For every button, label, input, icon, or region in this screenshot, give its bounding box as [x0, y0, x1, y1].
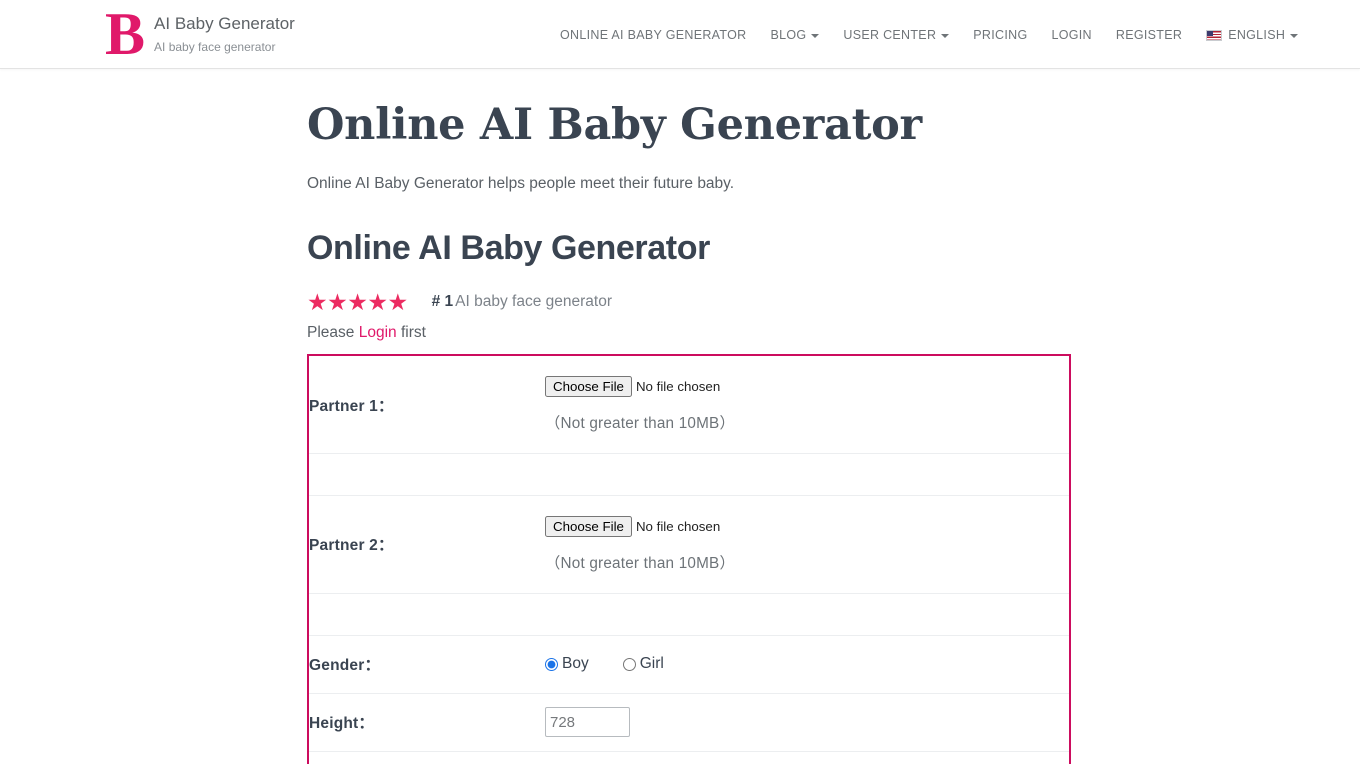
partner2-size-hint: （Not greater than 10MB） — [545, 554, 735, 572]
table-row-spacer-2 — [308, 593, 1070, 636]
gender-option-girl[interactable]: Girl — [622, 655, 664, 673]
field-partner1: （Not greater than 10MB） — [545, 355, 1052, 454]
label-width: Width： — [308, 751, 545, 764]
row-right-pad — [1052, 495, 1070, 594]
login-notice-after: first — [396, 324, 426, 342]
rating-row: ★★★★★ # 1 AI baby face generator — [307, 288, 1071, 316]
row-right-pad — [1052, 751, 1070, 764]
star-rating-icon: ★★★★★ — [307, 288, 408, 315]
site-header: B AI Baby Generator AI baby face generat… — [0, 0, 1360, 69]
gender-option-boy[interactable]: Boy — [545, 655, 589, 673]
page-lede: Online AI Baby Generator helps people me… — [307, 175, 735, 193]
table-row-partner2: Partner 2： （Not greater than 10MB） — [308, 495, 1070, 594]
language-selector[interactable]: ENGLISH — [1194, 20, 1310, 50]
rating-caption-text: AI baby face generator — [455, 293, 612, 311]
nav-label: ONLINE AI BABY GENERATOR — [560, 27, 747, 42]
table-row-width: Width： — [308, 751, 1070, 764]
spacer-cell-right — [1052, 593, 1070, 636]
spacer-cell-right — [1052, 453, 1070, 496]
row-right-pad — [1052, 693, 1070, 752]
brand-text: AI Baby Generator AI baby face generator — [154, 13, 295, 56]
field-height — [545, 693, 1052, 752]
baby-generator-form: Partner 1： （Not greater than 10MB） Partn… — [307, 354, 1071, 764]
nav-label: USER CENTER — [843, 27, 937, 42]
language-label: ENGLISH — [1228, 27, 1286, 42]
label-gender: Gender： — [308, 635, 545, 694]
page-title: Online AI Baby Generator — [307, 100, 922, 150]
nav-item-pricing[interactable]: PRICING — [961, 20, 1039, 50]
field-partner2: （Not greater than 10MB） — [545, 495, 1052, 594]
nav-label: BLOG — [770, 27, 807, 42]
brand-logo-link[interactable]: B AI Baby Generator AI baby face generat… — [105, 0, 295, 69]
rating-caption: # 1 AI baby face generator — [432, 293, 612, 311]
nav-item-user-center[interactable]: USER CENTER — [831, 20, 961, 50]
row-right-pad — [1052, 635, 1070, 694]
login-link[interactable]: Login — [359, 324, 397, 341]
login-notice: Please Login first — [307, 324, 1071, 342]
label-height: Height： — [308, 693, 545, 752]
nav-item-blog[interactable]: BLOG — [758, 20, 831, 50]
chevron-down-icon — [1290, 33, 1299, 38]
brand-logo-icon: B — [105, 0, 145, 67]
label-partner1: Partner 1： — [308, 355, 545, 454]
label-partner2: Partner 2： — [308, 495, 545, 594]
nav-label: LOGIN — [1051, 27, 1092, 42]
height-input[interactable] — [545, 707, 630, 738]
table-row-height: Height： — [308, 693, 1070, 752]
gender-radio-boy[interactable] — [545, 657, 558, 671]
rating-rank: # 1 — [431, 293, 454, 311]
gender-label-girl: Girl — [639, 655, 664, 673]
partner1-file-line — [545, 376, 1052, 398]
partner1-size-hint: （Not greater than 10MB） — [545, 415, 735, 433]
partner2-file-input[interactable] — [545, 515, 797, 537]
gender-label-boy: Boy — [562, 655, 589, 673]
main-navigation: ONLINE AI BABY GENERATOR BLOG USER CENTE… — [548, 0, 1310, 69]
spacer-cell-mid — [545, 593, 1052, 636]
row-right-pad — [1052, 355, 1070, 454]
page-body: Online AI Baby Generator Online AI Baby … — [0, 69, 1360, 764]
nav-item-online-ai-baby-generator[interactable]: ONLINE AI BABY GENERATOR — [548, 20, 758, 50]
brand-title: AI Baby Generator — [154, 14, 295, 34]
nav-item-register[interactable]: REGISTER — [1104, 20, 1194, 50]
gender-radio-girl[interactable] — [622, 657, 636, 671]
spacer-cell-left — [308, 593, 545, 636]
nav-label: REGISTER — [1115, 27, 1183, 42]
login-notice-before: Please — [307, 324, 359, 342]
table-row-spacer-1 — [308, 453, 1070, 496]
nav-label: PRICING — [973, 27, 1028, 42]
us-flag-icon — [1206, 30, 1223, 41]
spacer-cell-mid — [545, 453, 1052, 496]
field-gender: Boy Girl — [545, 635, 1052, 694]
spacer-cell-left — [308, 453, 545, 496]
gender-radio-group: Boy Girl — [545, 655, 1052, 673]
content-container: Online AI Baby Generator Online AI Baby … — [307, 100, 1071, 764]
section-title: Online AI Baby Generator — [307, 228, 710, 267]
chevron-down-icon — [811, 33, 820, 38]
partner1-file-input[interactable] — [545, 376, 797, 398]
header-inner: B AI Baby Generator AI baby face generat… — [0, 0, 1360, 69]
table-row-partner1: Partner 1： （Not greater than 10MB） — [308, 355, 1070, 454]
table-row-gender: Gender： Boy Girl — [308, 635, 1070, 694]
chevron-down-icon — [941, 33, 950, 38]
nav-item-login[interactable]: LOGIN — [1039, 20, 1103, 50]
partner2-file-line — [545, 515, 1052, 537]
brand-subtitle: AI baby face generator — [154, 40, 276, 55]
field-width — [545, 751, 1052, 764]
